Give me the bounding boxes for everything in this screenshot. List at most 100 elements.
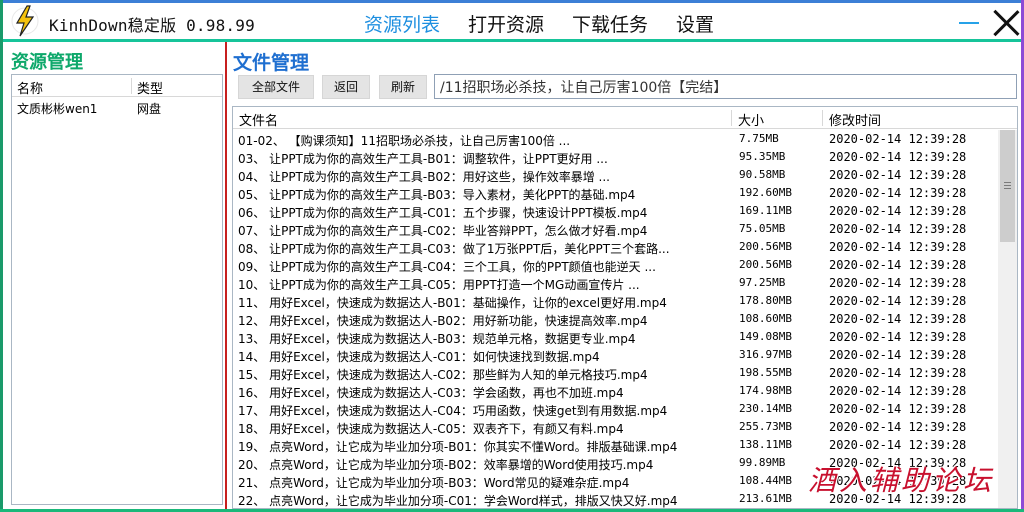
file-row[interactable]: 15、 用好Excel，快速成为数据达人-C02：那些鲜为人知的单元格技巧.mp… bbox=[233, 364, 997, 382]
title-bar: KinhDown稳定版 0.98.99 资源列表 打开资源 下载任务 设置 bbox=[3, 3, 1021, 39]
file-size: 213.61MB bbox=[739, 492, 792, 505]
nav-download-tasks[interactable]: 下载任务 bbox=[572, 10, 648, 37]
file-row[interactable]: 01-02、 【购课须知】11招职场必杀技，让自己厉害100倍 ... 7.75M… bbox=[233, 130, 997, 148]
file-modified-time: 2020-02-14 12:39:28 bbox=[829, 438, 967, 452]
file-size: 174.98MB bbox=[739, 384, 792, 397]
resource-type: 网盘 bbox=[137, 102, 162, 116]
file-name: 16、 用好Excel，快速成为数据达人-C03：学会函数，再也不加班.mp4 bbox=[238, 386, 624, 400]
column-header-modified[interactable]: 修改时间 bbox=[829, 110, 881, 129]
resource-panel: 资源管理 名称 类型 文质彬彬wen1 网盘 bbox=[3, 42, 225, 509]
file-modified-time: 2020-02-14 12:39:28 bbox=[829, 150, 967, 164]
file-name: 21、 点亮Word，让它成为毕业加分项-B03：Word常见的疑难杂症.mp4 bbox=[238, 476, 630, 490]
file-name: 13、 用好Excel，快速成为数据达人-B03：规范单元格，数据更专业.mp4 bbox=[238, 332, 636, 346]
file-size: 90.58MB bbox=[739, 168, 786, 181]
back-button[interactable]: 返回 bbox=[322, 75, 370, 99]
column-header-size[interactable]: 大小 bbox=[738, 110, 764, 129]
file-size: 178.80MB bbox=[739, 294, 792, 307]
column-header-filename[interactable]: 文件名 bbox=[239, 110, 278, 129]
file-row[interactable]: 04、 让PPT成为你的高效生产工具-B02：用好这些，操作效率暴增 ... 90… bbox=[233, 166, 997, 184]
file-row[interactable]: 19、 点亮Word，让它成为毕业加分项-B01：你其实不懂Word。排版基础课… bbox=[233, 436, 997, 454]
vertical-scrollbar[interactable] bbox=[998, 130, 1017, 508]
file-name: 09、 让PPT成为你的高效生产工具-C04：三个工具，你的PPT颜值也能逆天 … bbox=[238, 260, 656, 274]
minimize-icon[interactable] bbox=[957, 11, 983, 33]
resource-name: 文质彬彬wen1 bbox=[17, 102, 98, 116]
grip-line bbox=[1004, 188, 1011, 189]
file-modified-time: 2020-02-14 12:39:28 bbox=[829, 240, 967, 254]
file-row[interactable]: 07、 让PPT成为你的高效生产工具-C02：毕业答辩PPT，怎么做才好看.mp… bbox=[233, 220, 997, 238]
file-size: 230.14MB bbox=[739, 402, 792, 415]
file-row[interactable]: 16、 用好Excel，快速成为数据达人-C03：学会函数，再也不加班.mp4 1… bbox=[233, 382, 997, 400]
file-size: 149.08MB bbox=[739, 330, 792, 343]
file-name: 11、 用好Excel，快速成为数据达人-B01：基础操作，让你的excel更好… bbox=[238, 296, 667, 310]
file-name: 15、 用好Excel，快速成为数据达人-C02：那些鲜为人知的单元格技巧.mp… bbox=[238, 368, 648, 382]
grip-line bbox=[1004, 182, 1011, 183]
column-divider[interactable] bbox=[822, 110, 823, 126]
file-size: 200.56MB bbox=[739, 240, 792, 253]
file-name: 07、 让PPT成为你的高效生产工具-C02：毕业答辩PPT，怎么做才好看.mp… bbox=[238, 224, 648, 238]
file-name: 14、 用好Excel，快速成为数据达人-C01：如何快速找到数据.mp4 bbox=[238, 350, 600, 364]
file-row[interactable]: 13、 用好Excel，快速成为数据达人-B03：规范单元格，数据更专业.mp4… bbox=[233, 328, 997, 346]
file-row[interactable]: 09、 让PPT成为你的高效生产工具-C04：三个工具，你的PPT颜值也能逆天 … bbox=[233, 256, 997, 274]
file-row[interactable]: 17、 用好Excel，快速成为数据达人-C04：巧用函数，快速get到有用数据… bbox=[233, 400, 997, 418]
file-size: 138.11MB bbox=[739, 438, 792, 451]
file-modified-time: 2020-02-14 12:39:28 bbox=[829, 132, 967, 146]
file-row[interactable]: 12、 用好Excel，快速成为数据达人-B02：用好新功能，快速提高效率.mp… bbox=[233, 310, 997, 328]
file-modified-time: 2020-02-14 12:39:28 bbox=[829, 204, 967, 218]
file-row[interactable]: 18、 用好Excel，快速成为数据达人-C05：双表齐下，有颜又有料.mp4 2… bbox=[233, 418, 997, 436]
file-modified-time: 2020-02-14 12:39:28 bbox=[829, 330, 967, 344]
file-name: 20、 点亮Word，让它成为毕业加分项-B02：效率暴增的Word使用技巧.m… bbox=[238, 458, 654, 472]
file-name: 18、 用好Excel，快速成为数据达人-C05：双表齐下，有颜又有料.mp4 bbox=[238, 422, 624, 436]
file-table: 文件名 大小 修改时间 01-02、 【购课须知】11招职场必杀技，让自己厉害1… bbox=[232, 106, 1018, 509]
file-size: 7.75MB bbox=[739, 132, 779, 145]
resource-row[interactable]: 文质彬彬wen1 网盘 bbox=[12, 97, 222, 117]
close-icon[interactable] bbox=[991, 8, 1021, 38]
file-list: 01-02、 【购课须知】11招职场必杀技，让自己厉害100倍 ... 7.75M… bbox=[233, 130, 997, 508]
file-row[interactable]: 06、 让PPT成为你的高效生产工具-C01：五个步骤，快速设计PPT模板.mp… bbox=[233, 202, 997, 220]
scrollbar-thumb[interactable] bbox=[1000, 130, 1015, 242]
file-table-header: 文件名 大小 修改时间 bbox=[233, 107, 1017, 129]
file-row[interactable]: 10、 让PPT成为你的高效生产工具-C05：用PPT打造一个MG动画宣传片 .… bbox=[233, 274, 997, 292]
file-size: 97.25MB bbox=[739, 276, 786, 289]
nav-resource-list[interactable]: 资源列表 bbox=[364, 10, 440, 37]
file-name: 08、 让PPT成为你的高效生产工具-C03：做了1万张PPT后，美化PPT三个… bbox=[238, 242, 670, 256]
nav-open-resource[interactable]: 打开资源 bbox=[468, 10, 544, 37]
file-name: 05、 让PPT成为你的高效生产工具-B03：导入素材，美化PPT的基础.mp4 bbox=[238, 188, 636, 202]
file-size: 75.05MB bbox=[739, 222, 786, 235]
file-row[interactable]: 11、 用好Excel，快速成为数据达人-B01：基础操作，让你的excel更好… bbox=[233, 292, 997, 310]
file-row[interactable]: 08、 让PPT成为你的高效生产工具-C03：做了1万张PPT后，美化PPT三个… bbox=[233, 238, 997, 256]
file-name: 10、 让PPT成为你的高效生产工具-C05：用PPT打造一个MG动画宣传片 .… bbox=[238, 278, 640, 292]
file-size: 99.89MB bbox=[739, 456, 786, 469]
file-modified-time: 2020-02-14 12:39:28 bbox=[829, 366, 967, 380]
panel-separator bbox=[225, 42, 227, 509]
file-size: 95.35MB bbox=[739, 150, 786, 163]
refresh-button[interactable]: 刷新 bbox=[379, 75, 427, 99]
file-name: 19、 点亮Word，让它成为毕业加分项-B01：你其实不懂Word。排版基础课… bbox=[238, 440, 678, 454]
file-name: 03、 让PPT成为你的高效生产工具-B01：调整软件，让PPT更好用 ... bbox=[238, 152, 608, 166]
file-size: 200.56MB bbox=[739, 258, 792, 271]
file-panel-title: 文件管理 bbox=[233, 52, 310, 74]
grip-line bbox=[1004, 185, 1011, 186]
all-files-button[interactable]: 全部文件 bbox=[238, 75, 314, 99]
column-divider[interactable] bbox=[731, 110, 732, 126]
file-row[interactable]: 03、 让PPT成为你的高效生产工具-B01：调整软件，让PPT更好用 ... 9… bbox=[233, 148, 997, 166]
file-row[interactable]: 05、 让PPT成为你的高效生产工具-B03：导入素材，美化PPT的基础.mp4… bbox=[233, 184, 997, 202]
file-size: 108.44MB bbox=[739, 474, 792, 487]
nav-settings[interactable]: 设置 bbox=[676, 10, 714, 37]
lightning-logo-icon bbox=[11, 5, 39, 37]
file-size: 192.60MB bbox=[739, 186, 792, 199]
column-header-name[interactable]: 名称 bbox=[17, 78, 43, 97]
file-size: 316.97MB bbox=[739, 348, 792, 361]
resource-table: 名称 类型 文质彬彬wen1 网盘 bbox=[11, 74, 223, 505]
file-modified-time: 2020-02-14 12:39:28 bbox=[829, 348, 967, 362]
file-modified-time: 2020-02-14 12:39:28 bbox=[829, 186, 967, 200]
column-header-type[interactable]: 类型 bbox=[137, 78, 163, 97]
file-modified-time: 2020-02-14 12:39:28 bbox=[829, 168, 967, 182]
file-size: 108.60MB bbox=[739, 312, 792, 325]
file-modified-time: 2020-02-14 12:39:28 bbox=[829, 402, 967, 416]
file-name: 06、 让PPT成为你的高效生产工具-C01：五个步骤，快速设计PPT模板.mp… bbox=[238, 206, 648, 220]
path-input[interactable] bbox=[434, 74, 1017, 99]
column-divider[interactable] bbox=[131, 78, 132, 94]
file-row[interactable]: 14、 用好Excel，快速成为数据达人-C01：如何快速找到数据.mp4 316… bbox=[233, 346, 997, 364]
app-title: KinhDown稳定版 0.98.99 bbox=[49, 16, 255, 35]
file-modified-time: 2020-02-14 12:39:28 bbox=[829, 312, 967, 326]
